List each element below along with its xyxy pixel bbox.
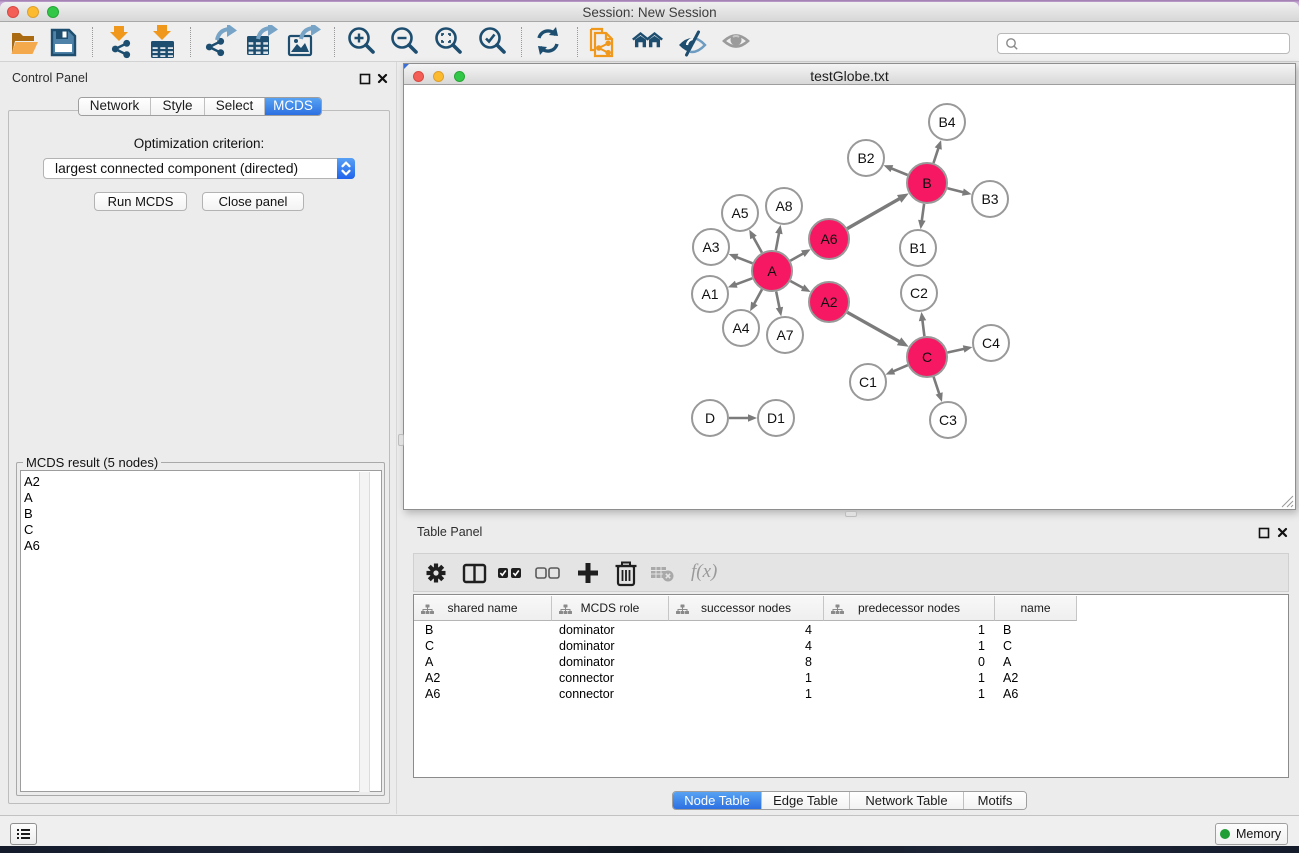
svg-text:B: B [922, 175, 931, 191]
svg-text:B3: B3 [981, 191, 998, 207]
svg-text:B4: B4 [938, 114, 955, 130]
svg-text:A5: A5 [731, 205, 748, 221]
svg-text:B2: B2 [857, 150, 874, 166]
svg-text:A6: A6 [820, 231, 837, 247]
svg-text:A2: A2 [820, 294, 837, 310]
svg-text:A4: A4 [732, 320, 749, 336]
svg-text:A: A [767, 263, 777, 279]
svg-text:B1: B1 [909, 240, 926, 256]
svg-text:A7: A7 [776, 327, 793, 343]
svg-text:C3: C3 [939, 412, 957, 428]
svg-text:D: D [705, 410, 715, 426]
svg-text:D1: D1 [767, 410, 785, 426]
svg-text:A1: A1 [701, 286, 718, 302]
svg-text:C: C [922, 349, 932, 365]
svg-text:A3: A3 [702, 239, 719, 255]
svg-text:C2: C2 [910, 285, 928, 301]
svg-text:A8: A8 [775, 198, 792, 214]
svg-text:C1: C1 [859, 374, 877, 390]
svg-text:C4: C4 [982, 335, 1000, 351]
